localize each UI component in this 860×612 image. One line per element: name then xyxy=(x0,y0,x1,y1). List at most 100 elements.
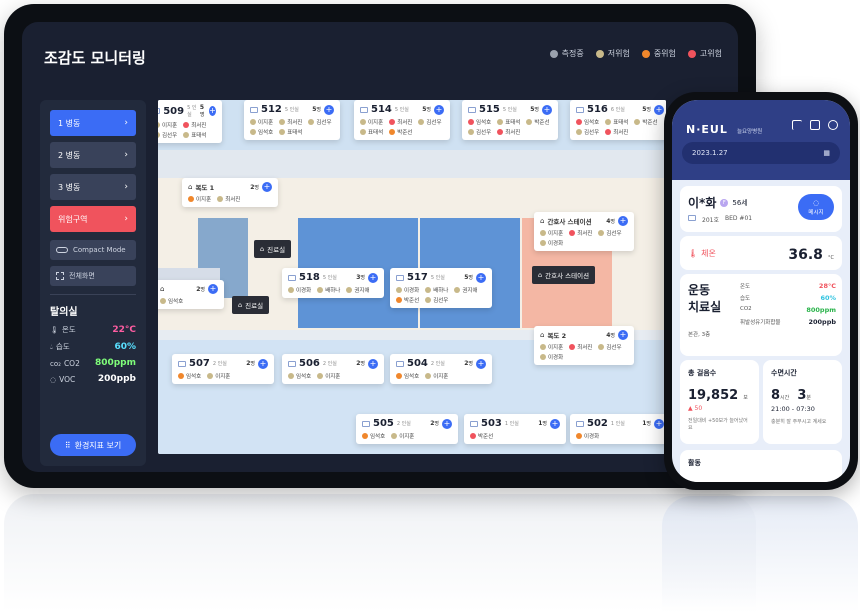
add-patient-button[interactable]: + xyxy=(368,358,378,369)
patient-chip[interactable]: 임석호 xyxy=(160,297,183,305)
patient-chip[interactable]: 임석호 xyxy=(576,118,599,126)
patient-chip[interactable]: 박준선 xyxy=(470,432,493,440)
room-card-517[interactable]: 517 5 인실 5명 + 이경화 배하나 권지애 박준선 김선우 xyxy=(390,268,492,308)
patient-chip[interactable]: 표태석 xyxy=(279,128,302,136)
patient-chip[interactable]: 이지훈 xyxy=(425,372,448,380)
add-patient-button[interactable]: + xyxy=(442,418,452,429)
patient-chip[interactable]: 이지훈 xyxy=(360,118,383,126)
room-card-515[interactable]: 515 5 인실 5명 + 임석호 표태석 박준선 김선우 최서진 xyxy=(462,100,558,140)
patient-chip[interactable]: 최서진 xyxy=(605,128,628,136)
add-patient-button[interactable]: + xyxy=(618,330,628,340)
patient-chip[interactable]: 표태석 xyxy=(497,118,520,126)
ward-2-button[interactable]: 2 병동 › xyxy=(50,142,136,168)
patient-chip[interactable]: 최서진 xyxy=(183,121,206,129)
add-patient-button[interactable]: + xyxy=(476,272,486,283)
patient-chip[interactable]: 김선우 xyxy=(308,118,332,126)
add-patient-button[interactable]: + xyxy=(208,284,218,294)
patient-chip[interactable]: 표태석 xyxy=(183,131,206,139)
room-card-507[interactable]: 507 2 인실 2명 + 임석호 이지훈 xyxy=(172,354,274,384)
patient-chip[interactable]: 최서진 xyxy=(389,118,412,126)
patient-chip[interactable]: 이지훈 xyxy=(391,432,414,440)
add-patient-button[interactable]: + xyxy=(262,182,272,192)
room-card-516[interactable]: 516 6 인실 5명 + 임석호 표태석 박준선 김선우 최서진 xyxy=(570,100,666,140)
zone-name: 복도 1 xyxy=(195,184,215,192)
patient-chip[interactable]: 이경화 xyxy=(540,239,563,247)
add-patient-button[interactable]: + xyxy=(618,216,628,226)
patient-chip[interactable]: 김선우 xyxy=(576,128,599,136)
patient-chip[interactable]: 최서진 xyxy=(497,128,520,136)
patient-chip[interactable]: 이지훈 xyxy=(540,229,563,237)
add-patient-button[interactable]: + xyxy=(434,104,444,115)
add-patient-button[interactable]: + xyxy=(258,358,268,369)
patient-chip[interactable]: 권지애 xyxy=(346,286,370,294)
patient-chip[interactable]: 임석호 xyxy=(468,118,491,126)
patient-chip[interactable]: 김선우 xyxy=(598,229,622,237)
date-picker[interactable]: 2023.1.27 ▦ xyxy=(682,142,840,164)
add-patient-button[interactable]: + xyxy=(368,272,378,283)
room-card-502[interactable]: 502 1 인실 1명 + 이경화 xyxy=(570,414,666,444)
patient-chip[interactable]: 배하나 xyxy=(425,286,448,294)
patient-chip[interactable]: 김선우 xyxy=(158,131,177,139)
room-card-504[interactable]: 504 2 인실 2명 + 임석호 이지훈 xyxy=(390,354,492,384)
user-icon[interactable] xyxy=(828,120,838,130)
patient-chip[interactable]: 표태석 xyxy=(605,118,628,126)
fullscreen-button[interactable]: 전체화면 xyxy=(50,266,136,286)
patient-chip[interactable]: 김선우 xyxy=(418,118,442,126)
env-indicator-button[interactable]: ⠿ 환경지표 보기 xyxy=(50,434,136,456)
patient-chip[interactable]: 임석호 xyxy=(396,372,419,380)
patient-chip[interactable]: 권지애 xyxy=(454,286,478,294)
patient-chip[interactable]: 박준선 xyxy=(396,296,419,304)
room-card-506[interactable]: 506 2 인실 2명 + 임석호 이지훈 xyxy=(282,354,384,384)
add-patient-button[interactable]: + xyxy=(550,418,560,429)
patient-chip[interactable]: 이지훈 xyxy=(540,343,563,351)
patient-chip[interactable]: 김선우 xyxy=(468,128,491,136)
patient-chip[interactable]: 임석호 xyxy=(362,432,385,440)
message-button[interactable]: ◌ 메시지 xyxy=(798,194,834,220)
room-card-518[interactable]: 518 5 인실 3명 + 이경화 배하나 권지애 xyxy=(282,268,384,298)
patient-chip[interactable]: 이경화 xyxy=(288,286,311,294)
patient-chip[interactable]: 최서진 xyxy=(569,343,592,351)
add-patient-button[interactable]: + xyxy=(324,104,334,115)
compact-mode-button[interactable]: Compact Mode xyxy=(50,240,136,260)
room-card-509[interactable]: 509 5 인실 5명 + 이지훈 최서진 김선우 표태석 xyxy=(158,100,222,143)
ward-3-button[interactable]: 3 병동 › xyxy=(50,174,136,200)
zone-card[interactable]: ⌂ 복도 1 2명 + 이지훈 최서진 xyxy=(182,178,278,207)
patient-chip[interactable]: 이경화 xyxy=(540,353,563,361)
flag-icon[interactable] xyxy=(792,120,802,130)
add-patient-button[interactable]: + xyxy=(209,106,217,116)
ward-1-button[interactable]: 1 병동 › xyxy=(50,110,136,136)
room-card-514[interactable]: 514 5 인실 5명 + 이지훈 최서진 김선우 표태석 박준선 xyxy=(354,100,450,140)
zone-card[interactable]: ⌂ 간호사 스테이션 4명 + 이지훈 최서진 김선우 이경화 xyxy=(534,212,634,251)
patient-chip[interactable]: 박준선 xyxy=(526,118,550,126)
patient-chip[interactable]: 표태석 xyxy=(360,128,383,136)
patient-chip[interactable]: 이지훈 xyxy=(317,372,340,380)
patient-chip[interactable]: 이지훈 xyxy=(250,118,273,126)
add-patient-button[interactable]: + xyxy=(654,418,664,429)
room-card-512[interactable]: 512 5 인실 5명 + 이지훈 최서진 김선우 임석호 표태석 xyxy=(244,100,340,140)
zone-card[interactable]: ⌂ 2명 + 임석호 xyxy=(158,280,224,309)
patient-chip[interactable]: 박준선 xyxy=(389,128,412,136)
patient-chip[interactable]: 이지훈 xyxy=(188,195,211,203)
mail-icon[interactable] xyxy=(810,120,820,130)
patient-chip[interactable]: 최서진 xyxy=(217,195,240,203)
patient-chip[interactable]: 배하나 xyxy=(317,286,340,294)
zone-card[interactable]: ⌂ 복도 2 4명 + 이지훈 최서진 김선우 이경화 xyxy=(534,326,634,365)
patient-chip[interactable]: 임석호 xyxy=(250,128,273,136)
patient-chip[interactable]: 최서진 xyxy=(569,229,592,237)
patient-chip[interactable]: 김선우 xyxy=(598,343,622,351)
add-patient-button[interactable]: + xyxy=(476,358,486,369)
patient-chip[interactable]: 임석호 xyxy=(178,372,201,380)
patient-chip[interactable]: 이경화 xyxy=(576,432,599,440)
add-patient-button[interactable]: + xyxy=(654,104,664,115)
patient-chip[interactable]: 김선우 xyxy=(425,296,448,304)
room-card-505[interactable]: 505 2 인실 2명 + 임석호 이지훈 xyxy=(356,414,458,444)
patient-chip[interactable]: 임석호 xyxy=(288,372,311,380)
ward-4-button[interactable]: 위험구역 › xyxy=(50,206,136,232)
patient-chip[interactable]: 이지훈 xyxy=(158,121,177,129)
patient-chip[interactable]: 이지훈 xyxy=(207,372,230,380)
room-card-503[interactable]: 503 1 인실 1명 + 박준선 xyxy=(464,414,566,444)
patient-chip[interactable]: 최서진 xyxy=(279,118,302,126)
add-patient-button[interactable]: + xyxy=(542,104,552,115)
patient-chip[interactable]: 이경화 xyxy=(396,286,419,294)
patient-chip[interactable]: 박준선 xyxy=(634,118,658,126)
